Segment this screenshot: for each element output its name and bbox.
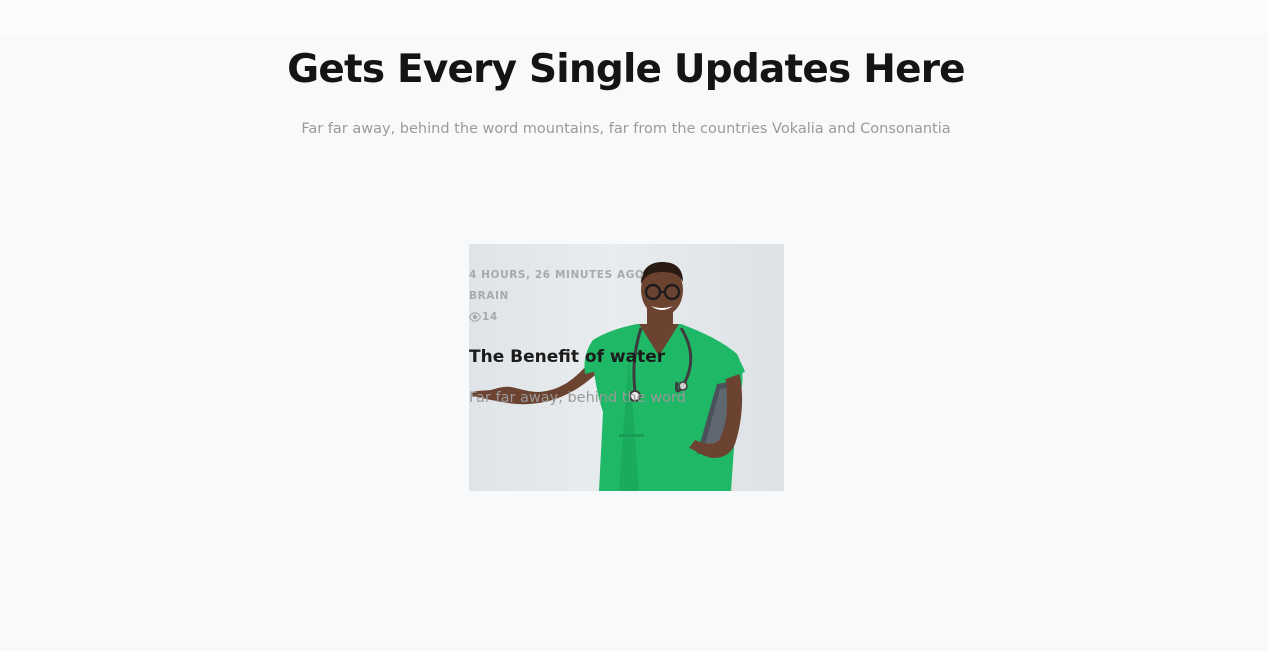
post-title[interactable]: The Benefit of water <box>469 345 665 369</box>
updates-section: Gets Every Single Updates Here Far far a… <box>0 0 1268 651</box>
post-views: 14 <box>469 310 498 324</box>
post-meta-and-text: 4 HOURS, 26 MINUTES AGO BRAIN 14 The Ben… <box>469 0 789 651</box>
post-view-count: 14 <box>482 311 498 323</box>
post-time-ago: 4 HOURS, 26 MINUTES AGO <box>469 269 645 281</box>
eye-icon <box>469 312 481 322</box>
post-category-link[interactable]: BRAIN <box>469 289 509 303</box>
post-excerpt: Far far away, behind the word <box>469 390 686 406</box>
